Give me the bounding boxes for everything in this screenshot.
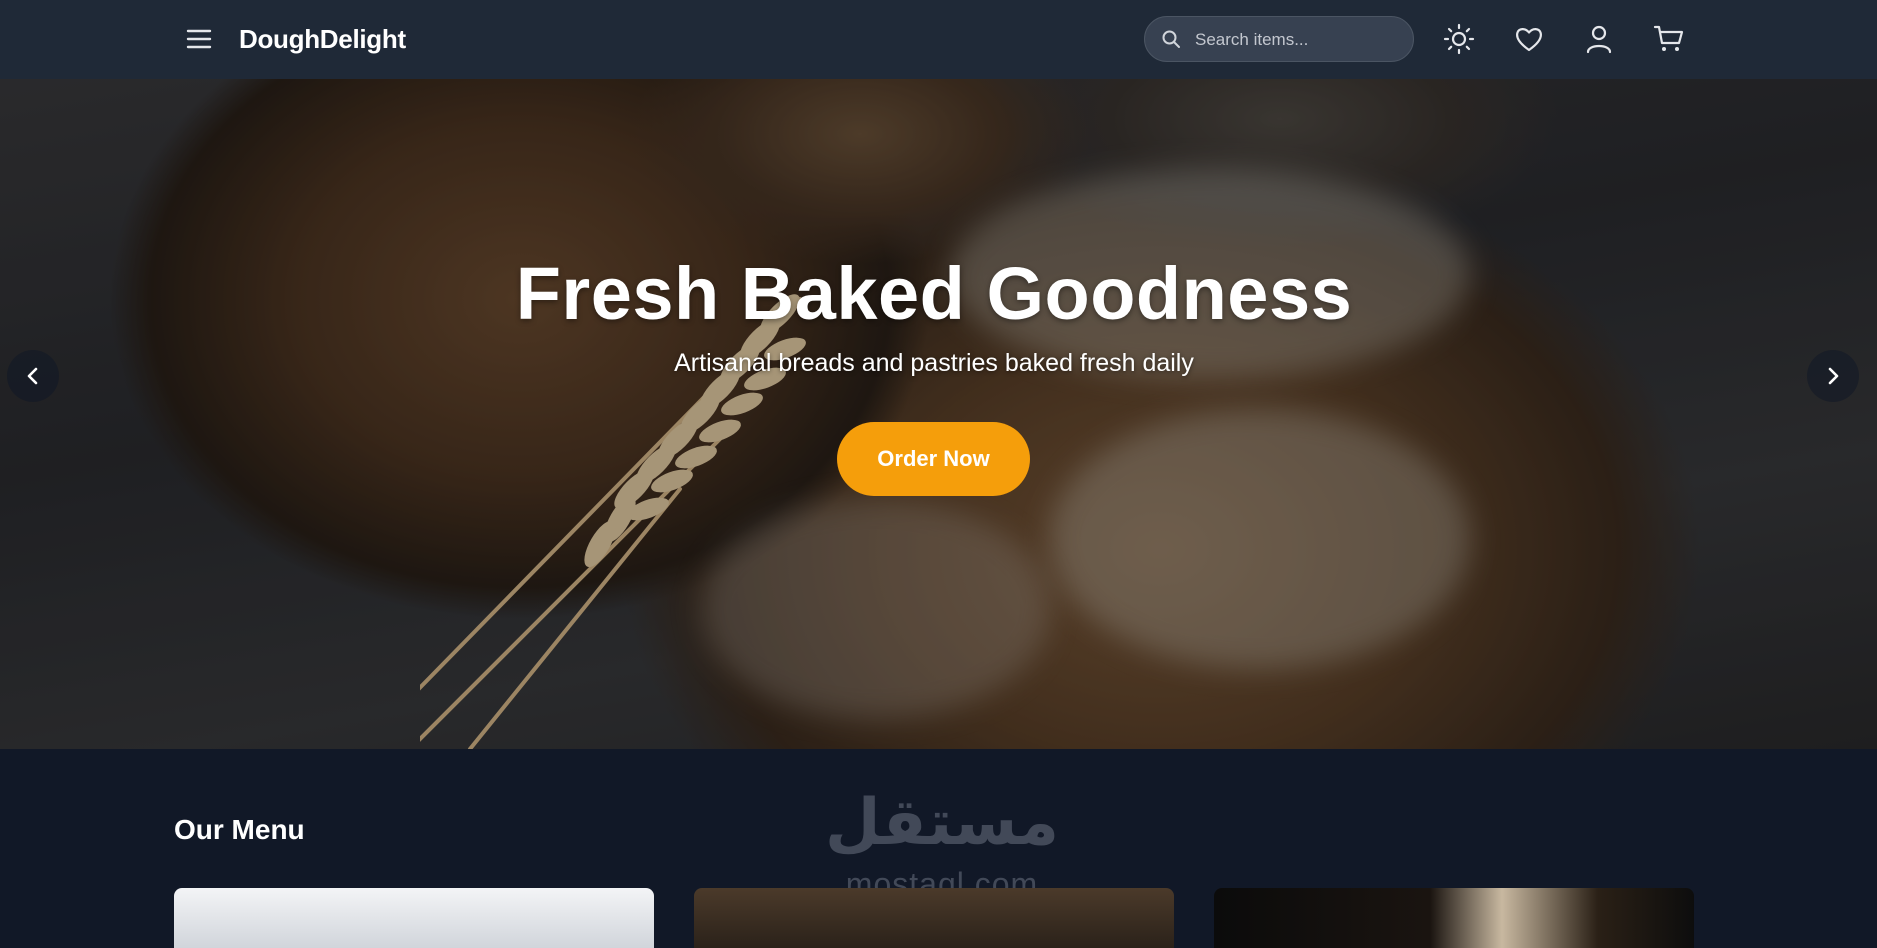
carousel-next-button[interactable] [1807,350,1859,402]
carousel-prev-button[interactable] [7,350,59,402]
section-title-our-menu: Our Menu [174,814,305,845]
hero-title: Fresh Baked Goodness [515,252,1353,335]
watermark-logo: مستقل mostaql.com [822,786,1062,902]
menu-icon[interactable] [186,27,212,51]
cart-icon[interactable] [1653,23,1685,55]
watermark-arabic-text: مستقل [824,786,1060,860]
menu-card-image[interactable] [174,888,654,948]
menu-card-image[interactable] [1214,888,1694,948]
sun-icon[interactable] [1443,23,1475,55]
menu-card-image[interactable] [694,888,1174,948]
search-input[interactable] [1193,17,1407,63]
user-icon[interactable] [1583,23,1615,55]
search-box[interactable] [1144,16,1414,63]
hero-subtitle: Artisanal breads and pastries baked fres… [674,349,1194,377]
search-icon [1161,29,1181,49]
order-now-button[interactable]: Order Now [837,422,1030,496]
hero-banner: Fresh Baked Goodness Artisanal breads an… [0,79,1877,749]
brand-logo-text[interactable]: DoughDelight [239,24,406,55]
top-navbar: DoughDelight [0,0,1877,79]
heart-icon[interactable] [1513,23,1545,55]
